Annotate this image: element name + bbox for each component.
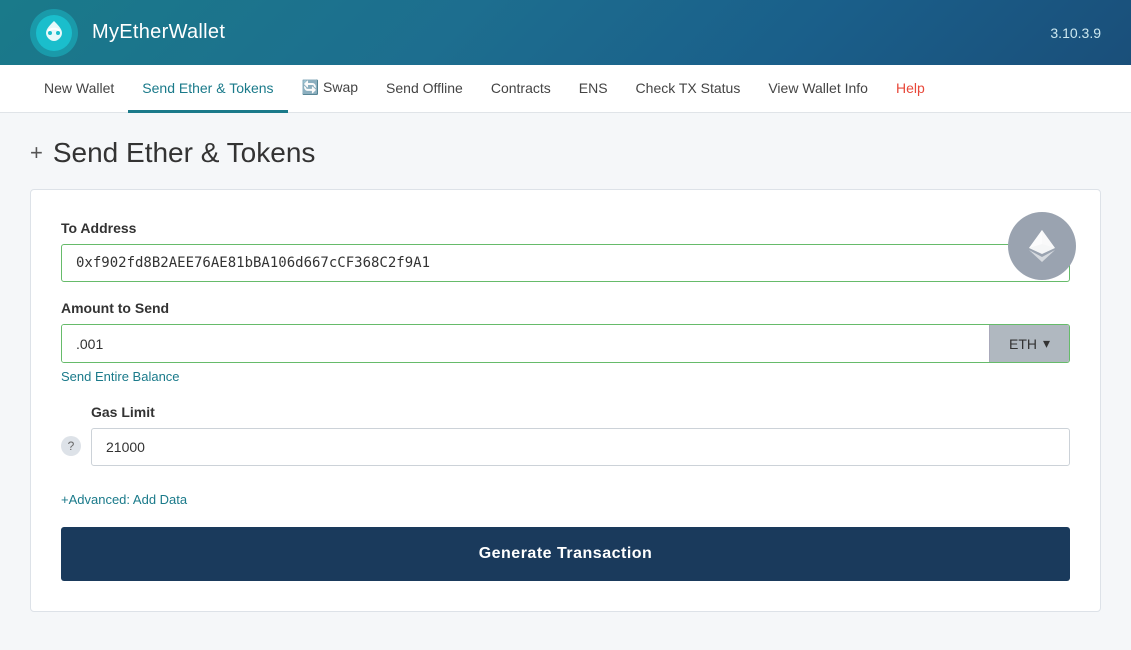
send-form-card: To Address Amount to Send ETH ▾ Send Ent…: [30, 189, 1101, 612]
nav-new-wallet[interactable]: New Wallet: [30, 66, 128, 113]
header-brand: MyEtherWallet: [30, 9, 225, 57]
swap-icon: 🔄: [302, 79, 319, 95]
amount-label: Amount to Send: [61, 300, 1070, 316]
amount-input[interactable]: [62, 325, 989, 362]
gas-limit-row: ? Gas Limit: [61, 404, 1070, 484]
app-name: MyEtherWallet: [92, 21, 225, 44]
gas-limit-group: Gas Limit: [91, 404, 1070, 466]
page-title-row: + Send Ether & Tokens: [30, 137, 1101, 169]
amount-row: ETH ▾: [61, 324, 1070, 363]
to-address-group: To Address: [61, 220, 1070, 282]
plus-icon: +: [30, 140, 43, 166]
app-version: 3.10.3.9: [1050, 25, 1101, 41]
nav-send-offline[interactable]: Send Offline: [372, 66, 477, 113]
nav-send-ether[interactable]: Send Ether & Tokens: [128, 66, 287, 113]
nav-ens[interactable]: ENS: [565, 66, 622, 113]
nav-check-tx[interactable]: Check TX Status: [622, 66, 755, 113]
currency-dropdown[interactable]: ETH ▾: [989, 325, 1069, 362]
send-entire-balance-link[interactable]: Send Entire Balance: [61, 369, 180, 384]
main-nav: New Wallet Send Ether & Tokens 🔄Swap Sen…: [0, 65, 1131, 113]
advanced-link[interactable]: +Advanced: Add Data: [61, 492, 187, 507]
amount-group: Amount to Send ETH ▾ Send Entire Balance: [61, 300, 1070, 386]
gas-help-icon[interactable]: ?: [61, 436, 81, 456]
gas-limit-label: Gas Limit: [91, 404, 1070, 420]
to-address-input[interactable]: [61, 244, 1070, 282]
nav-swap[interactable]: 🔄Swap: [288, 65, 372, 113]
gas-limit-content: Gas Limit: [91, 404, 1070, 484]
page-title: Send Ether & Tokens: [53, 137, 316, 169]
nav-view-wallet[interactable]: View Wallet Info: [754, 66, 882, 113]
generate-transaction-button[interactable]: Generate Transaction: [61, 527, 1070, 581]
dropdown-arrow-icon: ▾: [1043, 335, 1050, 352]
nav-help[interactable]: Help: [882, 66, 939, 113]
page-content: + Send Ether & Tokens To Address Amount …: [0, 113, 1131, 636]
gas-limit-input[interactable]: [91, 428, 1070, 466]
eth-logo: [1008, 212, 1076, 280]
app-logo: [30, 9, 78, 57]
nav-contracts[interactable]: Contracts: [477, 66, 565, 113]
app-header: MyEtherWallet 3.10.3.9: [0, 0, 1131, 65]
currency-label: ETH: [1009, 336, 1037, 352]
to-address-label: To Address: [61, 220, 1070, 236]
